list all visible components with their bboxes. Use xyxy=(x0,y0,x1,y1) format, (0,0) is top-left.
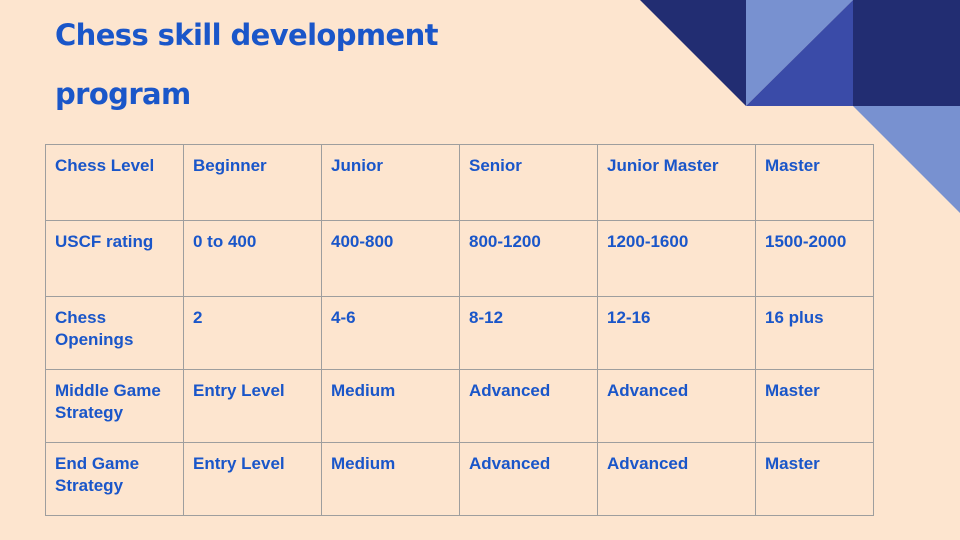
table-row: End Game Strategy Entry Level Medium Advanc… xyxy=(45,442,874,516)
deco-medium-triangle xyxy=(746,0,853,106)
skill-table: Chess Level Beginner Junior Senior Junior Ma… xyxy=(45,144,874,516)
slide-title: Chess skill development program xyxy=(55,18,439,111)
table-cell: 1500-2000 xyxy=(755,220,874,297)
deco-dark-square xyxy=(853,0,960,106)
table-cell: Advanced xyxy=(459,442,598,516)
table-cell: Entry Level xyxy=(183,442,322,516)
table-cell: 16 plus xyxy=(755,296,874,370)
table-cell: Advanced xyxy=(597,442,756,516)
deco-light-triangle-top xyxy=(746,0,853,106)
table-cell: 0 to 400 xyxy=(183,220,322,297)
row-label-cell: Chess Openings xyxy=(45,296,184,370)
deco-dark-triangle xyxy=(640,0,746,106)
table-cell: Master xyxy=(755,144,874,221)
table-cell: 2 xyxy=(183,296,322,370)
table-cell: Master xyxy=(755,369,874,443)
table-cell: 12-16 xyxy=(597,296,756,370)
table-cell: 8-12 xyxy=(459,296,598,370)
table-row: Chess Level Beginner Junior Senior Junior Ma… xyxy=(45,144,874,221)
table-row: Middle Game Strategy Entry Level Medium Adv… xyxy=(45,369,874,443)
table-cell: 4-6 xyxy=(321,296,460,370)
table-row: USCF rating 0 to 400 400-800 800-1200 1200-1… xyxy=(45,220,874,297)
table-cell: Entry Level xyxy=(183,369,322,443)
table-cell: Master xyxy=(755,442,874,516)
table-row: Chess Openings 2 4-6 8-12 12-16 16 plus xyxy=(45,296,874,370)
table-cell: 800-1200 xyxy=(459,220,598,297)
table-cell: Senior xyxy=(459,144,598,221)
table-cell: Beginner xyxy=(183,144,322,221)
table-cell: Medium xyxy=(321,442,460,516)
row-label-cell: Chess Level xyxy=(45,144,184,221)
row-label-cell: USCF rating xyxy=(45,220,184,297)
table-cell: Advanced xyxy=(597,369,756,443)
table-cell: Junior xyxy=(321,144,460,221)
row-label-cell: End Game Strategy xyxy=(45,442,184,516)
table-cell: 400-800 xyxy=(321,220,460,297)
table-cell: Medium xyxy=(321,369,460,443)
table-cell: 1200-1600 xyxy=(597,220,756,297)
row-label-cell: Middle Game Strategy xyxy=(45,369,184,443)
table-cell: Junior Master xyxy=(597,144,756,221)
table-cell: Advanced xyxy=(459,369,598,443)
